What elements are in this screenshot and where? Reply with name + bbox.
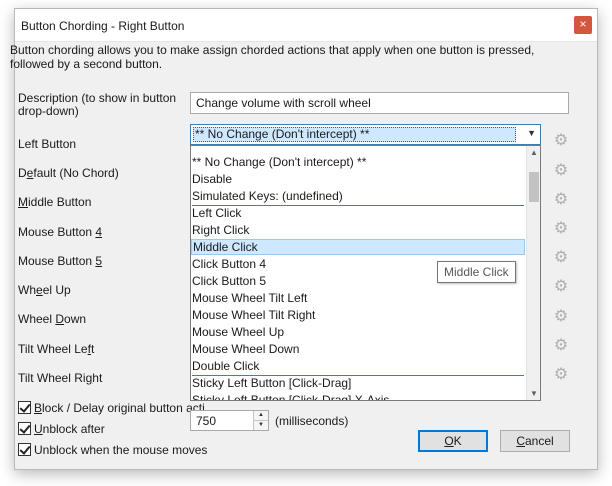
list-item[interactable]: Right Click (191, 222, 525, 238)
default-no-chord-label: Default (No Chord) (18, 166, 119, 180)
gear-icon[interactable]: ⚙ (551, 365, 571, 385)
tooltip: Middle Click (437, 261, 516, 283)
gear-icon[interactable]: ⚙ (551, 161, 571, 181)
middle-button-label: Middle Button (18, 195, 92, 209)
scroll-up-icon[interactable]: ▲ (527, 148, 540, 157)
description-input[interactable]: Change volume with scroll wheel (190, 92, 569, 114)
ok-button[interactable]: OK (418, 430, 488, 452)
cancel-button[interactable]: Cancel (500, 430, 570, 452)
chevron-down-icon[interactable]: ▼ (527, 128, 536, 138)
intro-text: Button chording allows you to make assig… (10, 43, 535, 71)
title-bar: Button Chording - Right Button × (15, 9, 597, 42)
gear-icon[interactable]: ⚙ (551, 248, 571, 268)
gear-icon[interactable]: ⚙ (551, 336, 571, 356)
dropdown-scrollbar[interactable]: ▲ ▼ (526, 146, 540, 400)
checkbox-box[interactable] (18, 401, 31, 414)
unblock-ms-value[interactable]: 750 (196, 414, 216, 428)
unblock-after-checkbox[interactable]: Unblock after (18, 422, 105, 436)
wheel-up-label: Wheel Up (18, 283, 71, 297)
wheel-down-label: Wheel Down (18, 312, 87, 326)
gear-icon[interactable]: ⚙ (551, 190, 571, 210)
list-item[interactable]: Mouse Wheel Tilt Right (191, 307, 525, 323)
stepper-up-icon[interactable]: ▲ (253, 411, 268, 421)
list-item[interactable]: Mouse Wheel Tilt Left (191, 290, 525, 306)
tilt-wheel-right-label: Tilt Wheel Right (18, 371, 103, 385)
checkbox-box[interactable] (18, 443, 31, 456)
gear-icon[interactable]: ⚙ (551, 131, 571, 151)
gear-icon[interactable]: ⚙ (551, 277, 571, 297)
checkmark-icon (19, 443, 31, 455)
mouse-button-5-label: Mouse Button 5 (18, 254, 103, 268)
checkmark-icon (19, 401, 31, 413)
list-item[interactable]: Mouse Wheel Down (191, 341, 525, 357)
checkmark-icon (19, 422, 31, 434)
list-item-highlighted[interactable]: Middle Click (191, 239, 525, 255)
list-item[interactable]: ** No Change (Don't intercept) ** (191, 154, 525, 170)
close-icon[interactable]: × (574, 16, 592, 34)
mouse-button-4-label: Mouse Button 4 (18, 225, 103, 239)
unblock-mouse-moves-checkbox[interactable]: Unblock when the mouse moves (18, 443, 207, 457)
description-label: Description (to show in button drop-down… (18, 91, 177, 118)
checkbox-box[interactable] (18, 422, 31, 435)
list-item[interactable]: Left Click (191, 205, 525, 221)
list-item[interactable]: Mouse Wheel Up (191, 324, 525, 340)
window-title: Button Chording - Right Button (21, 19, 185, 33)
gear-icon[interactable]: ⚙ (551, 219, 571, 239)
block-delay-checkbox[interactable]: Block / Delay original button acti (18, 401, 205, 415)
list-item[interactable]: Disable (191, 171, 525, 187)
left-button-action-select[interactable]: ** No Change (Don't intercept) ** ▼ (190, 124, 541, 145)
list-item[interactable]: Double Click (191, 358, 525, 374)
stepper-down-icon[interactable]: ▼ (253, 421, 268, 430)
list-item[interactable]: Sticky Left Button [Click-Drag] X-Axis (191, 392, 525, 400)
select-current-value: ** No Change (Don't intercept) ** (193, 127, 516, 142)
list-item[interactable]: Sticky Left Button [Click-Drag] (191, 375, 525, 391)
list-item[interactable]: Simulated Keys: (undefined) (191, 188, 525, 204)
gear-icon[interactable]: ⚙ (551, 307, 571, 327)
milliseconds-label: (milliseconds) (275, 414, 349, 428)
unblock-ms-stepper[interactable]: 750 ▲ ▼ (190, 410, 269, 431)
tilt-wheel-left-label: Tilt Wheel Left (18, 342, 95, 356)
left-button-label: Left Button (18, 137, 77, 151)
scroll-down-icon[interactable]: ▼ (527, 389, 540, 398)
scrollbar-thumb[interactable] (529, 172, 539, 202)
